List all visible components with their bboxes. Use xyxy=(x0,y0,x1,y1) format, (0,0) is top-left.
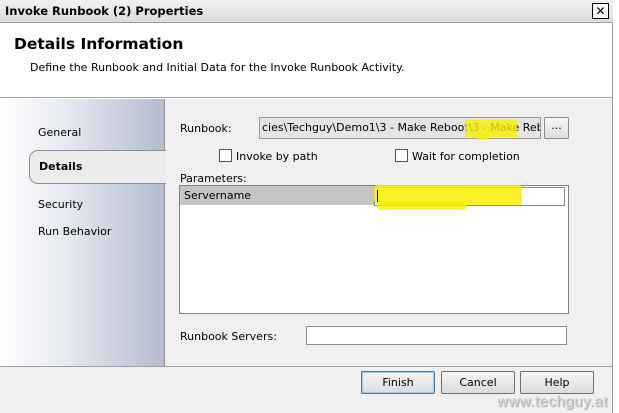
runbook-label: Runbook: xyxy=(180,122,232,135)
close-icon: ✕ xyxy=(595,4,606,18)
browse-runbook-button[interactable]: ... xyxy=(544,117,569,139)
window-title: Invoke Runbook (2) Properties xyxy=(5,4,204,18)
text-cursor xyxy=(377,190,378,202)
header-subtitle: Define the Runbook and Initial Data for … xyxy=(30,61,405,74)
highlight-mark xyxy=(465,120,517,137)
invoke-by-path-checkbox[interactable] xyxy=(219,149,232,162)
wait-for-completion-label: Wait for completion xyxy=(412,150,520,163)
close-button[interactable]: ✕ xyxy=(592,3,609,19)
sidebar: General Security Run Behavior xyxy=(0,99,165,367)
invoke-by-path-label: Invoke by path xyxy=(236,150,318,163)
runbook-servers-field[interactable] xyxy=(306,326,567,345)
details-header: Details Information Define the Runbook a… xyxy=(0,23,613,98)
sidebar-item-run-behavior[interactable]: Run Behavior xyxy=(38,225,111,238)
parameter-name: Servername xyxy=(184,189,252,202)
header-title: Details Information xyxy=(14,35,184,53)
wait-for-completion-checkbox[interactable] xyxy=(395,149,408,162)
cancel-button[interactable]: Cancel xyxy=(441,371,515,394)
parameters-label: Parameters: xyxy=(180,172,247,185)
sidebar-item-general[interactable]: General xyxy=(38,126,81,139)
highlight-mark xyxy=(477,134,489,140)
title-bar: Invoke Runbook (2) Properties ✕ xyxy=(0,0,613,23)
table-row[interactable]: Servername xyxy=(180,186,375,205)
window-edge xyxy=(613,0,619,413)
runbook-servers-label: Runbook Servers: xyxy=(180,330,277,343)
sidebar-item-details[interactable]: Details xyxy=(29,150,166,184)
help-button[interactable]: Help xyxy=(520,371,594,394)
sidebar-item-security[interactable]: Security xyxy=(38,198,83,211)
sidebar-item-label: Details xyxy=(39,160,83,173)
watermark: www.techguy.at xyxy=(497,393,608,410)
highlight-mark xyxy=(377,201,467,210)
finish-button[interactable]: Finish xyxy=(361,371,435,394)
